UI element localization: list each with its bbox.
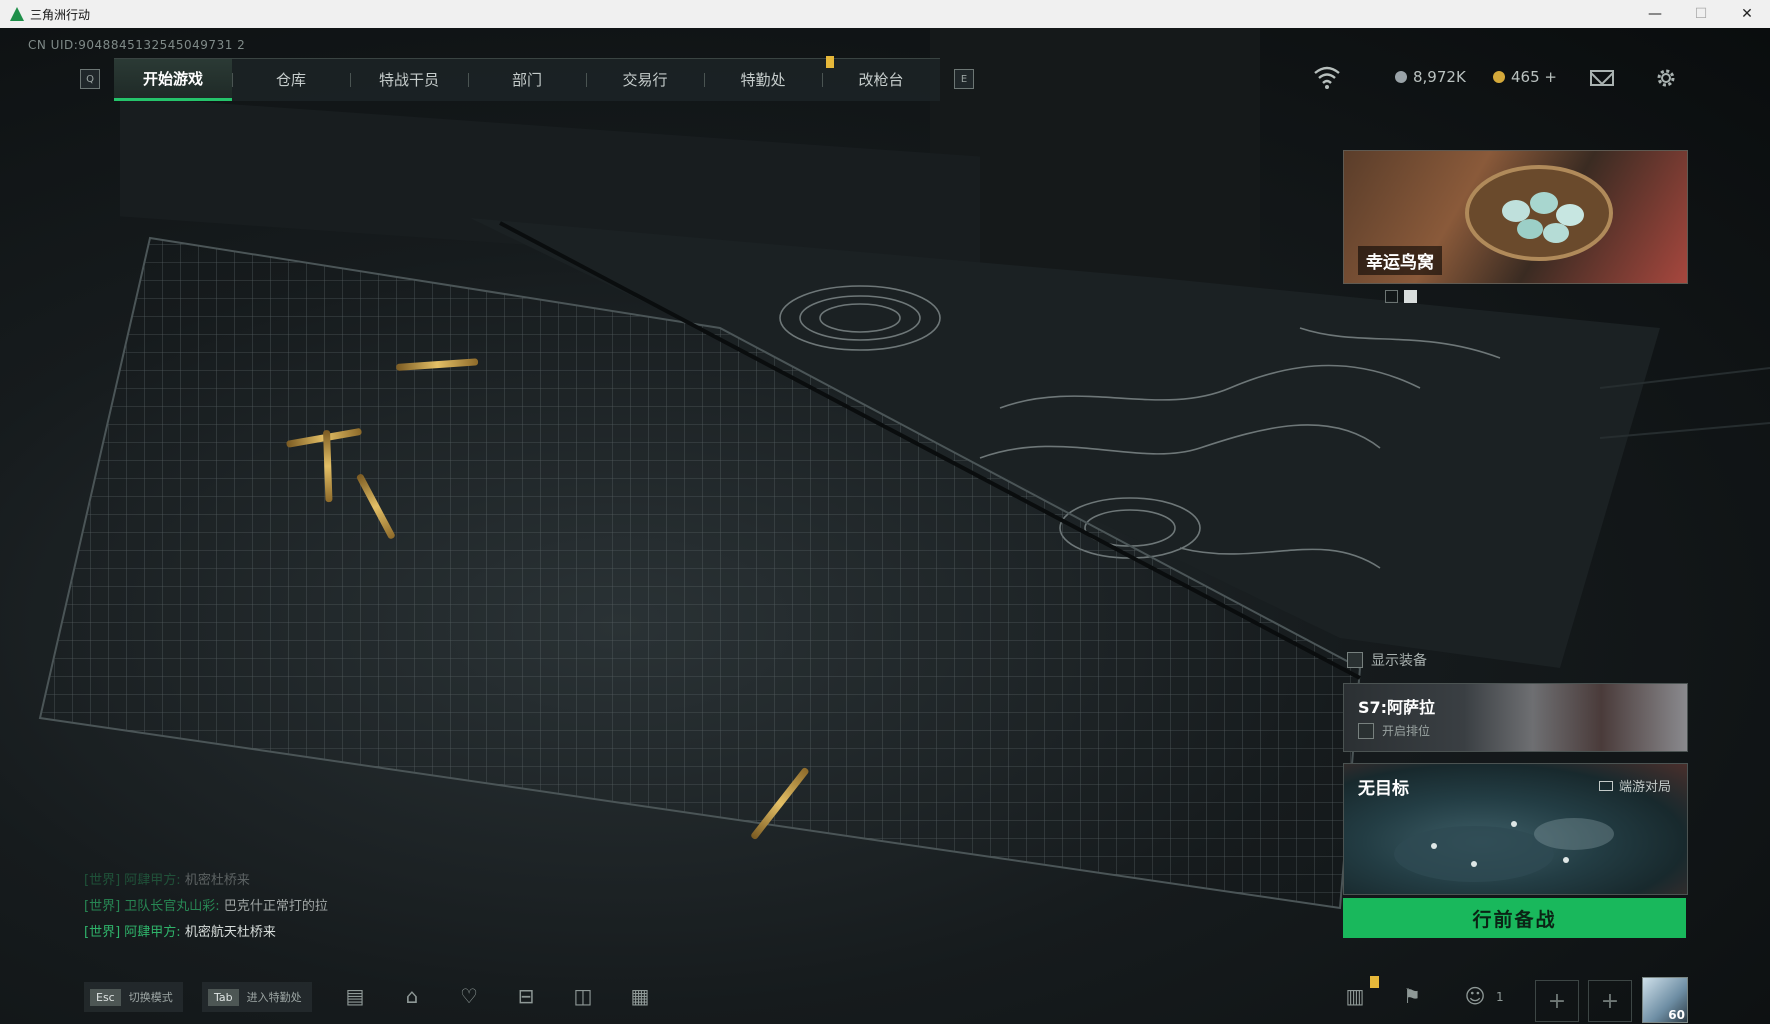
special-ops-label: 进入特勤处 xyxy=(246,991,302,1004)
tab-key: Tab xyxy=(208,988,239,1006)
chat-sender: 卫队长官丸山彩: xyxy=(124,899,220,914)
gear-icon[interactable] xyxy=(1654,66,1678,90)
show-equipment-checkbox[interactable] xyxy=(1347,652,1363,668)
tab-start-game[interactable]: 开始游戏 xyxy=(114,58,232,101)
notification-marker xyxy=(826,56,834,68)
map-mode: 端游对局 xyxy=(1598,776,1671,795)
chat-sender: 阿肆甲方: xyxy=(124,873,181,888)
event-pager xyxy=(1385,290,1417,303)
party-icon[interactable]: ☺ xyxy=(1462,984,1488,1008)
chat-message: 机密航天杜桥来 xyxy=(184,925,276,940)
nav-tabs: 开始游戏 仓库 特战干员 部门 交易行 特勤处 改枪台 xyxy=(114,57,940,101)
gold-coin-icon xyxy=(1493,71,1505,83)
battlepass-icon[interactable]: ◫ xyxy=(570,984,596,1008)
special-ops-hotkey[interactable]: Tab 进入特勤处 xyxy=(202,982,312,1012)
currency-silver-value: 8,972K xyxy=(1413,68,1466,86)
player-uid: CN UID:9048845132545049731 2 xyxy=(28,38,246,52)
silver-coin-icon xyxy=(1395,71,1407,83)
chat-message: 巴克什正常打的拉 xyxy=(223,899,328,914)
tab-operators[interactable]: 特战干员 xyxy=(350,58,468,101)
bottom-bar: Esc 切换模式 Tab 进入特勤处 ▤ ⌂ ♡ ⊟ ◫ ▦ ▥ ⚑ ☺ 1 +… xyxy=(0,972,1770,1023)
tab-department[interactable]: 部门 xyxy=(468,58,586,101)
app-logo-icon xyxy=(10,7,24,21)
invite-slot-button[interactable]: + xyxy=(1535,980,1579,1022)
gift-icon[interactable]: ⌂ xyxy=(399,984,425,1008)
tab-special-ops[interactable]: 特勤处 xyxy=(704,58,822,101)
esc-key: Esc xyxy=(90,988,121,1006)
cart-icon[interactable]: ⊟ xyxy=(513,984,539,1008)
nav-next-key[interactable]: E xyxy=(954,69,974,89)
tab-trading[interactable]: 交易行 xyxy=(586,58,704,101)
map-select-card[interactable]: 无目标 端游对局 xyxy=(1343,763,1688,895)
currency-gold[interactable]: 465 + xyxy=(1493,68,1557,86)
mail-icon[interactable] xyxy=(1590,70,1614,86)
chat-channel: [世界] xyxy=(84,899,121,914)
chat-message: 机密杜桥来 xyxy=(184,873,250,888)
main-nav: Q 开始游戏 仓库 特战干员 部门 交易行 特勤处 改枪台 E xyxy=(80,57,974,101)
event-pager-dot[interactable] xyxy=(1385,290,1398,303)
minimize-button[interactable]: — xyxy=(1632,0,1678,28)
show-equipment-toggle[interactable]: 显示装备 xyxy=(1347,650,1427,670)
switch-mode-hotkey[interactable]: Esc 切换模式 xyxy=(84,982,183,1012)
nav-prev-key[interactable]: Q xyxy=(80,69,100,89)
map-title: 无目标 xyxy=(1358,779,1409,799)
ranked-label: 开启排位 xyxy=(1382,724,1431,738)
chat-line: [世界] 卫队长官丸山彩: 巴克什正常打的拉 xyxy=(84,894,328,920)
chat-icon[interactable]: ▤ xyxy=(342,984,368,1008)
invite-slot-button[interactable]: + xyxy=(1588,980,1632,1022)
calendar-icon[interactable]: ▦ xyxy=(627,984,653,1008)
chat-channel: [世界] xyxy=(84,925,121,940)
chat-sender: 阿肆甲方: xyxy=(124,925,181,940)
chat-line: [世界] 阿肆甲方: 机密航天杜桥来 xyxy=(84,920,328,946)
chat-line: [世界] 阿肆甲方: 机密杜桥来 xyxy=(84,868,328,894)
deploy-button[interactable]: 行前备战 xyxy=(1343,898,1686,938)
maximize-button[interactable]: ☐ xyxy=(1678,0,1724,28)
window-title: 三角洲行动 xyxy=(30,7,91,22)
event-title: 幸运鸟窝 xyxy=(1358,246,1442,275)
monitor-icon xyxy=(1598,780,1613,791)
wifi-icon xyxy=(1314,66,1340,89)
event-banner[interactable]: 幸运鸟窝 xyxy=(1343,150,1688,284)
flag-icon[interactable]: ⚑ xyxy=(1399,984,1425,1008)
switch-mode-label: 切换模式 xyxy=(128,991,173,1004)
chat-channel: [世界] xyxy=(84,873,121,888)
avatar[interactable]: 60 xyxy=(1642,977,1688,1023)
tab-gunsmith[interactable]: 改枪台 xyxy=(822,58,940,101)
event-pager-dot-active[interactable] xyxy=(1404,290,1417,303)
window-titlebar: 三角洲行动 — ☐ ✕ xyxy=(0,0,1770,29)
tab-warehouse[interactable]: 仓库 xyxy=(232,58,350,101)
ranked-toggle[interactable]: 开启排位 xyxy=(1358,722,1430,739)
season-title: S7:阿萨拉 xyxy=(1358,698,1436,717)
party-count: 1 xyxy=(1496,990,1504,1004)
player-level: 60 xyxy=(1668,1008,1685,1022)
ranked-checkbox[interactable] xyxy=(1358,722,1374,739)
currency-gold-value: 465 + xyxy=(1511,68,1557,86)
notification-marker xyxy=(1370,976,1379,988)
stats-icon[interactable]: ▥ xyxy=(1342,984,1368,1008)
close-button[interactable]: ✕ xyxy=(1724,0,1770,28)
chat-feed[interactable]: [世界] 阿肆甲方: 机密杜桥来 [世界] 卫队长官丸山彩: 巴克什正常打的拉 … xyxy=(84,868,328,946)
currency-silver[interactable]: 8,972K xyxy=(1395,68,1466,86)
heart-shield-icon[interactable]: ♡ xyxy=(456,984,482,1008)
map-mode-label: 端游对局 xyxy=(1618,780,1671,795)
show-equipment-label: 显示装备 xyxy=(1371,653,1427,669)
season-mode-card[interactable]: S7:阿萨拉 开启排位 xyxy=(1343,683,1688,752)
game-viewport: CN UID:9048845132545049731 2 Q 开始游戏 仓库 特… xyxy=(0,28,1770,1024)
